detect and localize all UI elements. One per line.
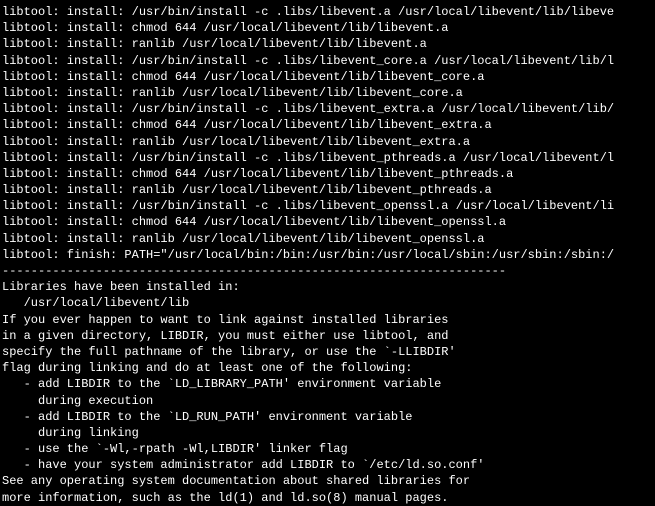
terminal-line: libtool: install: ranlib /usr/local/libe… [2, 134, 653, 150]
terminal-line: specify the full pathname of the library… [2, 344, 653, 360]
terminal-line: libtool: install: /usr/bin/install -c .l… [2, 198, 653, 214]
terminal-line: libtool: install: /usr/bin/install -c .l… [2, 101, 653, 117]
terminal-line: libtool: install: ranlib /usr/local/libe… [2, 36, 653, 52]
terminal-line: libtool: install: chmod 644 /usr/local/l… [2, 20, 653, 36]
terminal-line: in a given directory, LIBDIR, you must e… [2, 328, 653, 344]
terminal-line: - use the `-Wl,-rpath -Wl,LIBDIR' linker… [2, 441, 653, 457]
terminal-line: libtool: install: chmod 644 /usr/local/l… [2, 69, 653, 85]
terminal-line: /usr/local/libevent/lib [2, 295, 653, 311]
terminal-line: libtool: finish: PATH="/usr/local/bin:/b… [2, 247, 653, 263]
terminal-line: libtool: install: ranlib /usr/local/libe… [2, 85, 653, 101]
terminal-line: Libraries have been installed in: [2, 279, 653, 295]
terminal-line: more information, such as the ld(1) and … [2, 490, 653, 506]
terminal-line: during linking [2, 425, 653, 441]
terminal-line: - add LIBDIR to the `LD_RUN_PATH' enviro… [2, 409, 653, 425]
terminal-line: libtool: install: ranlib /usr/local/libe… [2, 182, 653, 198]
terminal-line: libtool: install: chmod 644 /usr/local/l… [2, 117, 653, 133]
terminal-output: libtool: install: /usr/bin/install -c .l… [0, 0, 655, 506]
terminal-line: libtool: install: chmod 644 /usr/local/l… [2, 166, 653, 182]
terminal-line: - add LIBDIR to the `LD_LIBRARY_PATH' en… [2, 376, 653, 392]
terminal-line: libtool: install: /usr/bin/install -c .l… [2, 150, 653, 166]
terminal-line: libtool: install: /usr/bin/install -c .l… [2, 4, 653, 20]
terminal-line: libtool: install: chmod 644 /usr/local/l… [2, 214, 653, 230]
terminal-line: If you ever happen to want to link again… [2, 312, 653, 328]
terminal-line: during execution [2, 393, 653, 409]
terminal-line: ----------------------------------------… [2, 263, 653, 279]
terminal-line: libtool: install: /usr/bin/install -c .l… [2, 53, 653, 69]
terminal-line: flag during linking and do at least one … [2, 360, 653, 376]
terminal-line: See any operating system documentation a… [2, 473, 653, 489]
terminal-line: libtool: install: ranlib /usr/local/libe… [2, 231, 653, 247]
terminal-line: - have your system administrator add LIB… [2, 457, 653, 473]
